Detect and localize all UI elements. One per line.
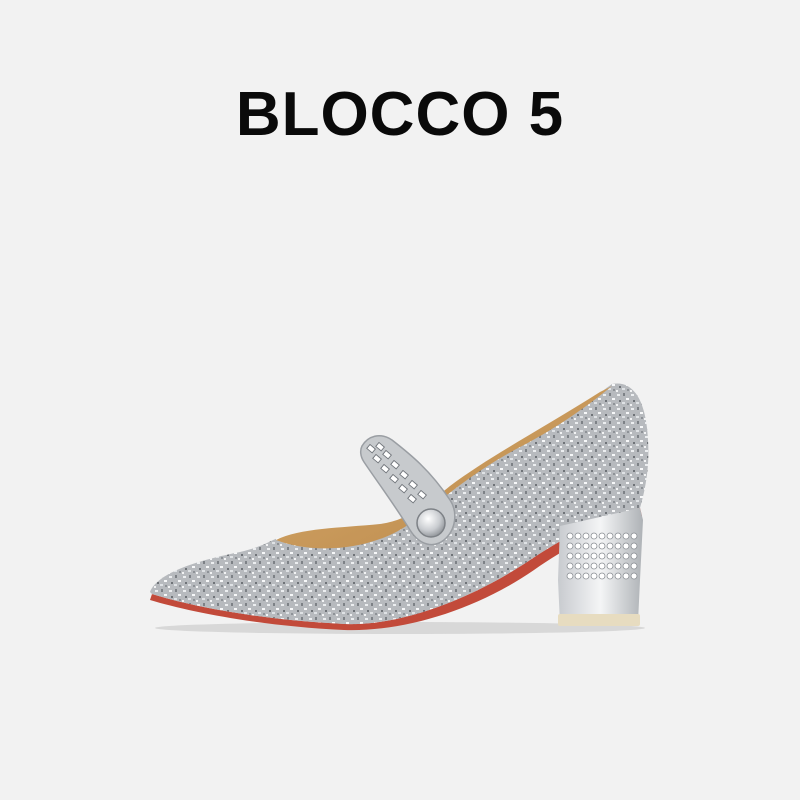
shoe-image <box>150 383 649 634</box>
strap-buckle <box>416 508 446 538</box>
heel-tip <box>558 614 640 626</box>
product-card: BLOCCO 5 <box>0 0 800 800</box>
